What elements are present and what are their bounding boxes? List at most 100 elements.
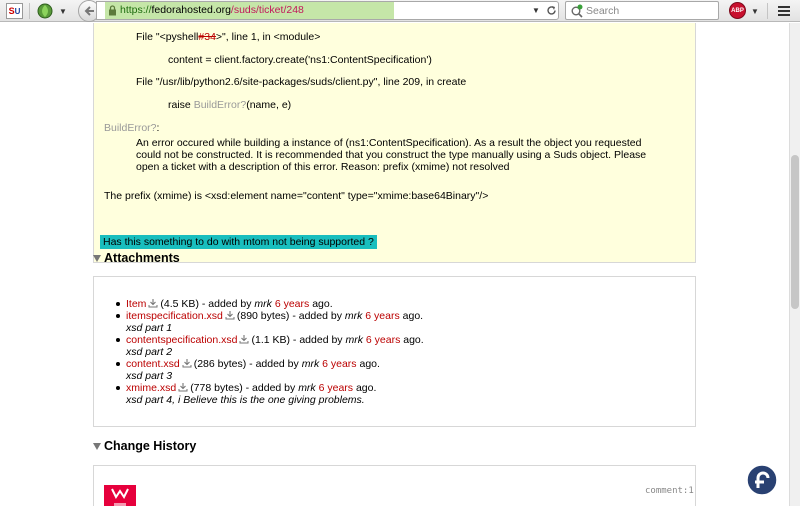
attachment-item: contentspecification.xsd (1.1 KB) - added…	[116, 334, 424, 358]
browser-toolbar: SU ▼ https://fedorahosted.org/suds/ticke…	[0, 0, 800, 22]
download-icon	[182, 359, 192, 368]
url-dropdown-icon[interactable]: ▼	[531, 5, 541, 16]
prefix-line: The prefix (xmime) is <xsd:element name=…	[104, 190, 489, 202]
url-text[interactable]: https://fedorahosted.org/suds/ticket/248	[120, 4, 304, 16]
attachment-link[interactable]: xmime.xsd	[126, 382, 176, 394]
author-name: mrk	[298, 382, 316, 394]
url-host: fedorahosted.org	[151, 4, 231, 16]
download-button[interactable]	[146, 298, 160, 310]
attachment-item: content.xsd (286 bytes) - added by mrk 6 …	[116, 358, 424, 382]
scrollbar-thumb[interactable]	[791, 155, 799, 309]
ago-text: ago.	[355, 382, 377, 394]
attachment-link[interactable]: content.xsd	[126, 358, 180, 370]
timeline-link[interactable]: 6 years	[365, 310, 399, 322]
attachment-description: xsd part 1	[126, 322, 173, 334]
traceback-file-line-1: File "<pyshell#34>", line 1, in <module>	[136, 31, 321, 43]
url-bar[interactable]: https://fedorahosted.org/suds/ticket/248…	[96, 1, 559, 20]
attachment-item: xmime.xsd (778 bytes) - added by mrk 6 ye…	[116, 382, 424, 406]
adblock-dropdown-icon[interactable]: ▼	[750, 5, 760, 17]
attachments-heading[interactable]: Attachments	[93, 251, 180, 265]
url-scheme: https://	[120, 4, 152, 16]
ago-text: ago.	[312, 298, 333, 310]
added-by-text: - added by	[201, 298, 252, 310]
attachment-link[interactable]: itemspecification.xsd	[126, 310, 223, 322]
highlighted-question: Has this something to do with mtom not b…	[100, 235, 377, 249]
builderror-wiki-link[interactable]: BuildError?	[194, 99, 247, 111]
change-history-box: comment:1	[93, 465, 696, 506]
timeline-link[interactable]: 6 years	[275, 298, 309, 310]
attachment-size: (4.5 KB)	[160, 298, 199, 310]
reload-icon	[546, 6, 556, 15]
download-button[interactable]	[237, 334, 251, 346]
attachment-item: itemspecification.xsd (890 bytes) - added…	[116, 310, 424, 334]
su-sup-label: U	[14, 6, 21, 16]
error-paragraph: An error occured while building a instan…	[136, 137, 647, 173]
attachment-description: xsd part 4, i Believe this is the one gi…	[126, 394, 365, 406]
search-input[interactable]: Search	[586, 5, 619, 17]
download-button[interactable]	[180, 358, 194, 370]
search-bar[interactable]: Search	[565, 1, 719, 20]
extension-dropdown-icon[interactable]: ▼	[58, 5, 68, 17]
download-icon	[225, 311, 235, 320]
attachment-description: xsd part 3	[126, 370, 173, 382]
leaf-extension-icon[interactable]	[37, 3, 53, 19]
change-history-heading-label: Change History	[104, 439, 197, 453]
change-history-heading[interactable]: Change History	[93, 439, 196, 453]
back-arrow-icon	[84, 6, 94, 16]
attachments-box: Item (4.5 KB) - added by mrk 6 years ago.…	[93, 276, 696, 427]
fedora-logo-icon[interactable]	[746, 464, 778, 496]
timeline-link[interactable]: 6 years	[319, 382, 353, 394]
timeline-link[interactable]: 6 years	[366, 334, 400, 346]
attachment-size: (1.1 KB)	[251, 334, 290, 346]
ticket-link[interactable]: #34	[198, 31, 216, 43]
attachment-description: xsd part 2	[126, 346, 173, 358]
builderror-label-link[interactable]: BuildError?	[104, 122, 157, 134]
author-name: mrk	[254, 298, 272, 310]
ticket-description: File "<pyshell#34>", line 1, in <module>…	[93, 23, 696, 263]
attachment-size: (890 bytes)	[236, 310, 290, 322]
toolbar-separator	[29, 3, 30, 19]
download-icon	[178, 383, 188, 392]
ago-text: ago.	[359, 358, 380, 370]
attachments-list: Item (4.5 KB) - added by mrk 6 years ago.…	[116, 298, 424, 406]
vertical-scrollbar[interactable]	[789, 23, 800, 506]
download-button[interactable]	[223, 310, 237, 322]
search-icon	[571, 4, 583, 18]
error-label-line: BuildError?:	[104, 122, 160, 134]
url-path: /suds/ticket/248	[230, 4, 304, 16]
added-by-text: - added by	[292, 310, 342, 322]
author-name: mrk	[345, 334, 363, 346]
page-content: File "<pyshell#34>", line 1, in <module>…	[0, 23, 789, 506]
traceback-file-line-2: File "/usr/lib/python2.6/site-packages/s…	[136, 76, 467, 88]
added-by-text: - added by	[292, 334, 343, 346]
comment-anchor-link[interactable]: comment:1	[645, 486, 694, 496]
attachments-heading-label: Attachments	[104, 251, 180, 265]
traceback-raise-line: raise BuildError?(name, e)	[168, 99, 292, 111]
menu-button[interactable]	[776, 3, 792, 19]
ago-text: ago.	[402, 310, 424, 322]
attachment-link[interactable]: Item	[126, 298, 146, 310]
download-icon	[239, 335, 249, 344]
author-name: mrk	[301, 358, 320, 370]
collapse-triangle-icon	[93, 254, 101, 262]
attachment-link[interactable]: contentspecification.xsd	[126, 334, 237, 346]
attachment-item: Item (4.5 KB) - added by mrk 6 years ago.	[116, 298, 424, 310]
abp-label: ABP	[731, 7, 744, 14]
avatar	[104, 485, 136, 506]
toolbar-separator	[767, 3, 768, 19]
reload-button[interactable]	[544, 3, 558, 18]
timeline-link[interactable]: 6 years	[322, 358, 356, 370]
author-name: mrk	[344, 310, 363, 322]
collapse-triangle-icon	[93, 442, 101, 450]
download-icon	[148, 299, 158, 308]
added-by-text: - added by	[249, 358, 299, 370]
stumbleupon-icon[interactable]: SU	[6, 3, 23, 19]
added-by-text: - added by	[245, 382, 296, 394]
adblock-plus-icon[interactable]: ABP	[729, 2, 746, 19]
ago-text: ago.	[403, 334, 424, 346]
attachment-size: (286 bytes)	[193, 358, 247, 370]
attachment-size: (778 bytes)	[190, 382, 243, 394]
traceback-code-line-1: content = client.factory.create('ns1:Con…	[168, 54, 432, 66]
download-button[interactable]	[176, 382, 190, 394]
lock-icon	[109, 5, 116, 16]
